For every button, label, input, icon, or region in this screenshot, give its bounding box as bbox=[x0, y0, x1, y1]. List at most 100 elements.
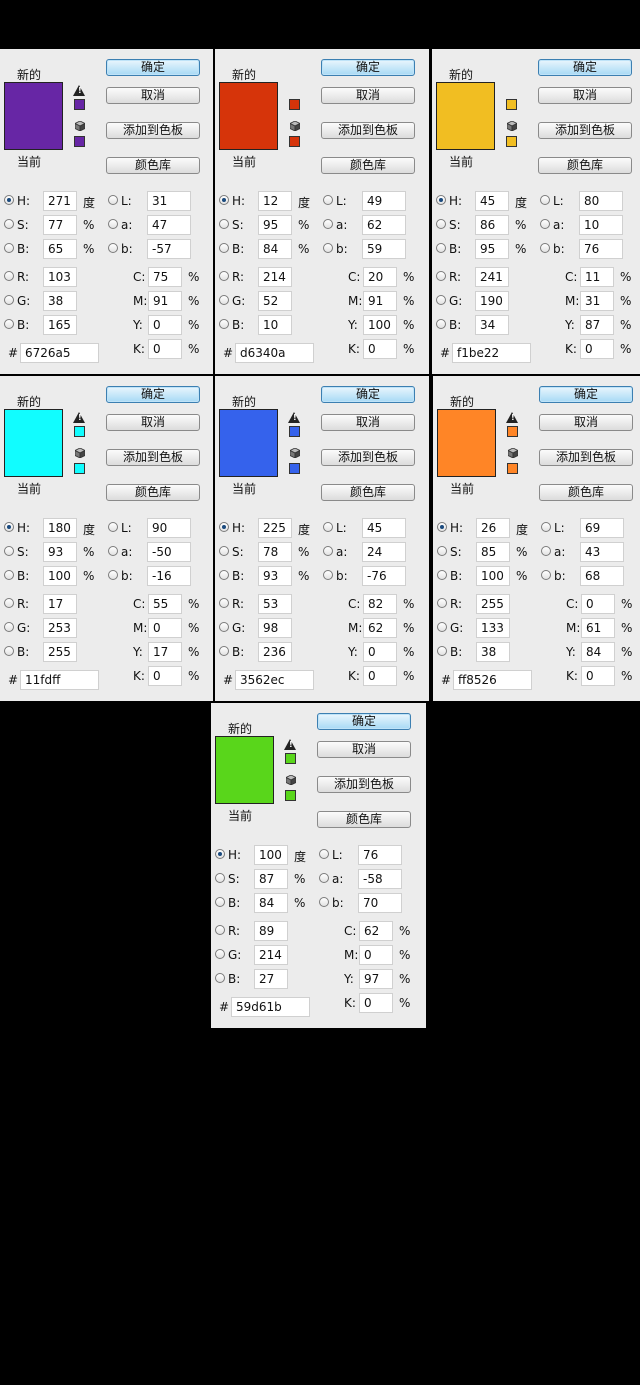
blue-radio[interactable] bbox=[4, 646, 14, 656]
lab-l-field[interactable]: 31 bbox=[147, 191, 191, 211]
color-preview-swatch[interactable] bbox=[437, 409, 496, 477]
brightness-radio[interactable] bbox=[4, 243, 14, 253]
lab-b-radio[interactable] bbox=[541, 570, 551, 580]
green-radio[interactable] bbox=[4, 622, 14, 632]
black-field[interactable]: 0 bbox=[148, 666, 182, 686]
lab-b-field[interactable]: 70 bbox=[358, 893, 402, 913]
add-to-swatches-button[interactable]: 添加到色板 bbox=[106, 449, 200, 466]
blue-field[interactable]: 10 bbox=[258, 315, 292, 335]
lab-b-field[interactable]: 76 bbox=[579, 239, 623, 259]
color-libraries-button[interactable]: 颜色库 bbox=[106, 484, 200, 501]
magenta-field[interactable]: 91 bbox=[363, 291, 397, 311]
lab-l-field[interactable]: 45 bbox=[362, 518, 406, 538]
hue-radio[interactable] bbox=[219, 195, 229, 205]
brightness-field[interactable]: 100 bbox=[476, 566, 510, 586]
black-field[interactable]: 0 bbox=[363, 339, 397, 359]
saturation-radio[interactable] bbox=[215, 873, 225, 883]
lab-l-radio[interactable] bbox=[540, 195, 550, 205]
cyan-field[interactable]: 11 bbox=[580, 267, 614, 287]
lab-b-field[interactable]: -16 bbox=[147, 566, 191, 586]
lab-a-field[interactable]: 62 bbox=[362, 215, 406, 235]
web-safe-swatch[interactable] bbox=[289, 463, 300, 474]
out-of-gamut-warning-icon[interactable]: ! bbox=[506, 412, 518, 423]
brightness-radio[interactable] bbox=[436, 243, 446, 253]
lab-b-radio[interactable] bbox=[540, 243, 550, 253]
web-safe-cube-icon[interactable] bbox=[75, 448, 85, 458]
lab-l-radio[interactable] bbox=[319, 849, 329, 859]
magenta-field[interactable]: 0 bbox=[148, 618, 182, 638]
color-libraries-button[interactable]: 颜色库 bbox=[538, 157, 632, 174]
green-radio[interactable] bbox=[4, 295, 14, 305]
lab-l-radio[interactable] bbox=[541, 522, 551, 532]
cyan-field[interactable]: 82 bbox=[363, 594, 397, 614]
lab-l-radio[interactable] bbox=[108, 522, 118, 532]
lab-a-radio[interactable] bbox=[108, 219, 118, 229]
red-field[interactable]: 255 bbox=[476, 594, 510, 614]
yellow-field[interactable]: 97 bbox=[359, 969, 393, 989]
red-field[interactable]: 214 bbox=[258, 267, 292, 287]
web-safe-cube-icon[interactable] bbox=[286, 775, 296, 785]
lab-b-field[interactable]: 68 bbox=[580, 566, 624, 586]
red-radio[interactable] bbox=[219, 598, 229, 608]
cancel-button[interactable]: 取消 bbox=[106, 87, 200, 104]
hex-field[interactable]: 6726a5 bbox=[20, 343, 99, 363]
color-libraries-button[interactable]: 颜色库 bbox=[106, 157, 200, 174]
out-of-gamut-warning-icon[interactable]: ! bbox=[73, 412, 85, 423]
web-safe-cube-icon[interactable] bbox=[507, 121, 517, 131]
lab-a-field[interactable]: 24 bbox=[362, 542, 406, 562]
brightness-radio[interactable] bbox=[437, 570, 447, 580]
lab-l-radio[interactable] bbox=[108, 195, 118, 205]
black-field[interactable]: 0 bbox=[581, 666, 615, 686]
red-radio[interactable] bbox=[215, 925, 225, 935]
hue-field[interactable]: 45 bbox=[475, 191, 509, 211]
cyan-field[interactable]: 62 bbox=[359, 921, 393, 941]
color-preview-swatch[interactable] bbox=[4, 409, 63, 477]
ok-button[interactable]: 确定 bbox=[539, 386, 633, 403]
blue-field[interactable]: 165 bbox=[43, 315, 77, 335]
lab-b-field[interactable]: -76 bbox=[362, 566, 406, 586]
magenta-field[interactable]: 61 bbox=[581, 618, 615, 638]
hex-field[interactable]: 11fdff bbox=[20, 670, 99, 690]
web-safe-cube-icon[interactable] bbox=[290, 121, 300, 131]
saturation-field[interactable]: 85 bbox=[476, 542, 510, 562]
hue-field[interactable]: 180 bbox=[43, 518, 77, 538]
lab-b-radio[interactable] bbox=[108, 243, 118, 253]
yellow-field[interactable]: 100 bbox=[363, 315, 397, 335]
blue-radio[interactable] bbox=[436, 319, 446, 329]
hue-radio[interactable] bbox=[215, 849, 225, 859]
black-field[interactable]: 0 bbox=[363, 666, 397, 686]
add-to-swatches-button[interactable]: 添加到色板 bbox=[317, 776, 411, 793]
red-radio[interactable] bbox=[4, 598, 14, 608]
green-radio[interactable] bbox=[219, 622, 229, 632]
saturation-radio[interactable] bbox=[219, 546, 229, 556]
cancel-button[interactable]: 取消 bbox=[538, 87, 632, 104]
add-to-swatches-button[interactable]: 添加到色板 bbox=[321, 449, 415, 466]
red-field[interactable]: 103 bbox=[43, 267, 77, 287]
hex-field[interactable]: 3562ec bbox=[235, 670, 314, 690]
red-field[interactable]: 89 bbox=[254, 921, 288, 941]
lab-b-radio[interactable] bbox=[323, 570, 333, 580]
gamut-correction-swatch[interactable] bbox=[506, 99, 517, 110]
web-safe-cube-icon[interactable] bbox=[508, 448, 518, 458]
magenta-field[interactable]: 62 bbox=[363, 618, 397, 638]
brightness-radio[interactable] bbox=[215, 897, 225, 907]
lab-a-field[interactable]: 43 bbox=[580, 542, 624, 562]
hex-field[interactable]: f1be22 bbox=[452, 343, 531, 363]
saturation-radio[interactable] bbox=[437, 546, 447, 556]
black-field[interactable]: 0 bbox=[359, 993, 393, 1013]
brightness-field[interactable]: 95 bbox=[475, 239, 509, 259]
cyan-field[interactable]: 55 bbox=[148, 594, 182, 614]
gamut-correction-swatch[interactable] bbox=[74, 426, 85, 437]
lab-l-radio[interactable] bbox=[323, 195, 333, 205]
green-field[interactable]: 98 bbox=[258, 618, 292, 638]
red-field[interactable]: 17 bbox=[43, 594, 77, 614]
saturation-field[interactable]: 93 bbox=[43, 542, 77, 562]
cyan-field[interactable]: 75 bbox=[148, 267, 182, 287]
cancel-button[interactable]: 取消 bbox=[321, 414, 415, 431]
gamut-correction-swatch[interactable] bbox=[74, 99, 85, 110]
green-field[interactable]: 133 bbox=[476, 618, 510, 638]
hue-field[interactable]: 100 bbox=[254, 845, 288, 865]
cancel-button[interactable]: 取消 bbox=[321, 87, 415, 104]
saturation-field[interactable]: 87 bbox=[254, 869, 288, 889]
blue-field[interactable]: 255 bbox=[43, 642, 77, 662]
